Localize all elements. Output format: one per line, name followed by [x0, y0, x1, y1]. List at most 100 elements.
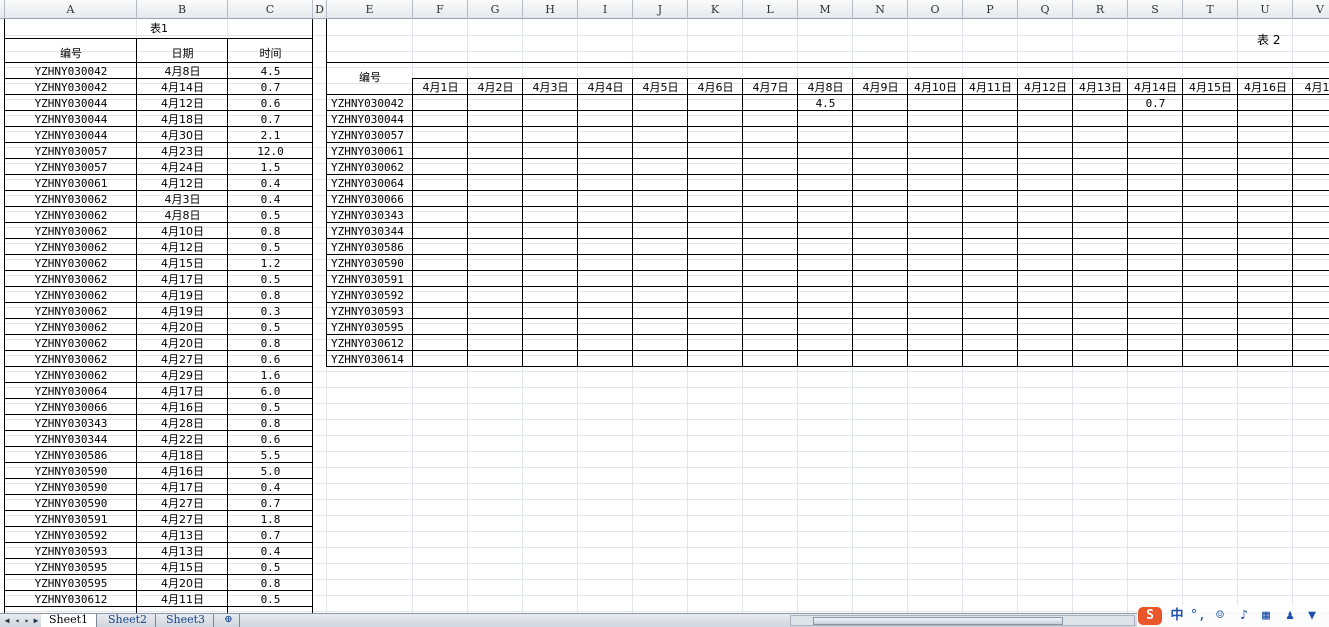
table2-col-border [632, 78, 633, 367]
table1-row-border [5, 510, 313, 511]
column-header-h[interactable]: H [523, 0, 578, 19]
first-sheet-icon[interactable]: ◀ [2, 615, 12, 626]
table2-row-border [327, 158, 1329, 159]
table2-row-border [327, 94, 1329, 95]
ime-lang-toggle[interactable]: 中 [1168, 607, 1186, 625]
column-header-d[interactable]: D [313, 0, 327, 19]
table1-row-border [5, 382, 313, 383]
table1-row-border [5, 222, 313, 223]
table2-col-border [577, 78, 578, 367]
prev-sheet-icon[interactable]: ◂ [12, 615, 22, 626]
table1-row-border [5, 254, 313, 255]
table2-row-border [327, 206, 1329, 207]
column-header-t[interactable]: T [1183, 0, 1238, 19]
table1-row-border [5, 318, 313, 319]
table1-col-border [136, 39, 137, 613]
table1-border [5, 62, 313, 63]
table2-col-border [852, 78, 853, 367]
table1-header-b: 日期 [171, 47, 194, 60]
table2-col-border [412, 78, 413, 367]
table2-col-border [797, 78, 798, 367]
table2-col-border [1072, 78, 1073, 367]
table2-row-border [327, 334, 1329, 335]
table1-col-border [312, 19, 313, 613]
table1-row-border [5, 158, 313, 159]
table1-row-border [5, 414, 313, 415]
skin-icon[interactable]: ▼ [1303, 607, 1321, 625]
table2-border [413, 78, 1329, 79]
column-header-b[interactable]: B [137, 0, 228, 19]
table2-col-border [1182, 78, 1183, 367]
microphone-icon[interactable]: ♪ [1235, 607, 1253, 625]
column-header-l[interactable]: L [743, 0, 798, 19]
table2-col-border [1127, 78, 1128, 367]
table2-col-border [1292, 78, 1293, 367]
column-header-i[interactable]: I [578, 0, 633, 19]
column-header-v[interactable]: V [1293, 0, 1329, 19]
column-header-s[interactable]: S [1128, 0, 1183, 19]
scrollbar-thumb[interactable] [813, 617, 1063, 625]
table2-col-border [326, 19, 327, 367]
column-header-n[interactable]: N [853, 0, 908, 19]
table1-row-border [5, 462, 313, 463]
column-header-o[interactable]: O [908, 0, 963, 19]
table1-row-border [5, 270, 313, 271]
table2-row-border [327, 366, 1329, 367]
table2-row-border [327, 126, 1329, 127]
tab-sheet3[interactable]: Sheet3 [158, 614, 214, 627]
column-header-q[interactable]: Q [1018, 0, 1073, 19]
column-header-a[interactable]: A [5, 0, 137, 19]
column-header-c[interactable]: C [228, 0, 313, 19]
sogou-logo-icon[interactable]: S [1138, 607, 1162, 625]
table2-row-border [327, 222, 1329, 223]
table2-id-header: 编号 [359, 71, 381, 84]
table1-row-border [5, 126, 313, 127]
column-header-e[interactable]: E [327, 0, 413, 19]
table1-col-border [227, 39, 228, 613]
table2-col-border [467, 78, 468, 367]
ime-toolbar: S 中 °, ☺ ♪ ▦ ♟ ▼ [1137, 605, 1329, 627]
column-header-p[interactable]: P [963, 0, 1018, 19]
table1-row-border [5, 366, 313, 367]
table1-row-border [5, 334, 313, 335]
table1-row-border [5, 94, 313, 95]
column-header-u[interactable]: U [1238, 0, 1293, 19]
table2-col-border [907, 78, 908, 367]
table2-row-border [327, 190, 1329, 191]
table2-title: 表 2 [1257, 33, 1281, 47]
table1-row-border [5, 574, 313, 575]
table2-row-border [327, 270, 1329, 271]
table1-border [5, 38, 313, 39]
emoji-icon[interactable]: ☺ [1211, 607, 1229, 625]
table1-title: 表1 [150, 22, 168, 35]
table1-row-border [5, 350, 313, 351]
table1-row-border [5, 430, 313, 431]
table1-col-border [4, 19, 5, 613]
table1-header-a: 编号 [60, 47, 82, 60]
ime-punct-toggle[interactable]: °, [1189, 607, 1207, 625]
insert-sheet-icon[interactable]: ⊕ [218, 614, 240, 627]
table2-row-border [327, 254, 1329, 255]
table2-row-border [327, 142, 1329, 143]
column-header-g[interactable]: G [468, 0, 523, 19]
column-header-k[interactable]: K [688, 0, 743, 19]
keyboard-icon[interactable]: ▦ [1257, 607, 1275, 625]
column-header-f[interactable]: F [413, 0, 468, 19]
table2-col-border [962, 78, 963, 367]
user-icon[interactable]: ♟ [1281, 607, 1299, 625]
table2-row-border [327, 238, 1329, 239]
table2-row-border [327, 318, 1329, 319]
table2-row-border [327, 302, 1329, 303]
column-header-r[interactable]: R [1073, 0, 1128, 19]
table1-row-border [5, 494, 313, 495]
tab-sheet2[interactable]: Sheet2 [100, 614, 156, 627]
table2-col-border [1237, 78, 1238, 367]
column-header-m[interactable]: M [798, 0, 853, 19]
table2-row-border [327, 110, 1329, 111]
tab-sheet1[interactable]: Sheet1 [41, 614, 97, 627]
last-sheet-icon[interactable]: ▶ [31, 615, 41, 626]
table1-row-border [5, 206, 313, 207]
table1-row-border [5, 526, 313, 527]
column-header-j[interactable]: J [633, 0, 688, 19]
horizontal-scrollbar[interactable] [790, 615, 1135, 626]
